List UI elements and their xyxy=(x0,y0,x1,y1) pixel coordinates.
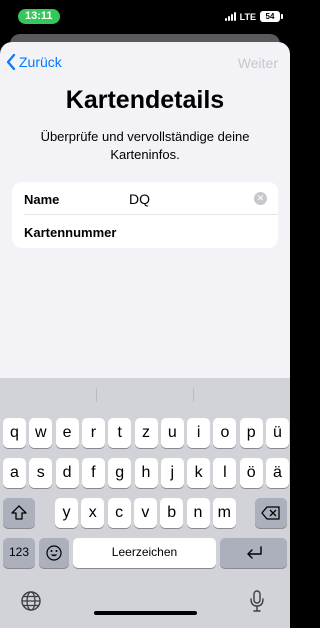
clear-text-icon[interactable]: ✕ xyxy=(254,192,267,205)
letter-key[interactable]: t xyxy=(108,418,132,448)
chevron-left-icon xyxy=(6,54,16,70)
emoji-key[interactable] xyxy=(39,538,69,568)
letter-key[interactable]: ü xyxy=(266,418,289,448)
back-button[interactable]: Zurück xyxy=(6,54,62,70)
home-indicator xyxy=(94,611,197,615)
emoji-icon xyxy=(46,545,62,561)
numbers-key[interactable]: 123 xyxy=(3,538,35,568)
delete-icon xyxy=(261,506,280,520)
letter-key[interactable]: a xyxy=(3,458,26,488)
letter-key[interactable]: b xyxy=(160,498,184,528)
letter-key[interactable]: p xyxy=(239,418,263,448)
mic-icon xyxy=(250,590,264,612)
status-icons: LTE 54 xyxy=(224,11,283,22)
status-bar: 13:11 LTE 54 xyxy=(0,0,290,34)
letter-key[interactable]: f xyxy=(81,458,105,488)
letter-key[interactable]: ö xyxy=(239,458,263,488)
letter-key[interactable]: v xyxy=(133,498,157,528)
card-form: Name DQ ✕ Kartennummer xyxy=(12,182,278,248)
letter-key[interactable]: c xyxy=(107,498,131,528)
letter-key[interactable]: l xyxy=(213,458,237,488)
letter-key[interactable]: o xyxy=(213,418,237,448)
letter-key[interactable]: w xyxy=(29,418,53,448)
globe-key[interactable] xyxy=(21,591,41,616)
return-icon xyxy=(246,546,262,559)
keyboard: qwertzuiopü asdfghjklöä yxcvbnm 123 Leer… xyxy=(0,378,290,628)
dictation-key[interactable] xyxy=(250,590,264,617)
letter-key[interactable]: i xyxy=(187,418,211,448)
letter-key[interactable]: s xyxy=(29,458,53,488)
letter-key[interactable]: u xyxy=(160,418,184,448)
name-field[interactable]: DQ xyxy=(129,191,150,207)
battery-icon: 54 xyxy=(260,11,283,22)
name-row[interactable]: Name DQ ✕ xyxy=(12,182,278,215)
letter-key[interactable]: y xyxy=(55,498,78,528)
page-subtitle: Überprüfe und vervollständige deine Kart… xyxy=(40,129,250,162)
network-label: LTE xyxy=(239,11,256,22)
letter-key[interactable]: n xyxy=(186,498,210,528)
letter-key[interactable]: g xyxy=(108,458,132,488)
back-label: Zurück xyxy=(19,54,62,70)
letter-key[interactable]: x xyxy=(81,498,105,528)
navigation-bar: Zurück Weiter xyxy=(0,42,290,84)
suggestion-divider xyxy=(193,388,194,402)
suggestion-divider xyxy=(96,388,97,402)
space-key[interactable]: Leerzeichen xyxy=(73,538,216,568)
card-number-row[interactable]: Kartennummer xyxy=(12,215,278,248)
shift-key[interactable] xyxy=(3,498,35,528)
letter-key[interactable]: k xyxy=(187,458,211,488)
signal-icon xyxy=(224,12,236,21)
page-title: Kartendetails xyxy=(65,86,225,114)
return-key[interactable] xyxy=(220,538,287,568)
letter-key[interactable]: r xyxy=(81,418,105,448)
card-details-sheet: Zurück Weiter Kartendetails Überprüfe un… xyxy=(0,42,290,628)
suggestion-bar xyxy=(0,378,290,410)
letter-key[interactable]: h xyxy=(134,458,158,488)
delete-key[interactable] xyxy=(255,498,287,528)
letter-key[interactable]: z xyxy=(134,418,158,448)
letter-key[interactable]: d xyxy=(55,458,79,488)
letter-key[interactable]: ä xyxy=(266,458,289,488)
next-button[interactable]: Weiter xyxy=(238,55,278,71)
battery-level: 54 xyxy=(265,12,275,21)
shift-icon xyxy=(11,505,27,520)
globe-icon xyxy=(21,591,41,611)
letter-key[interactable]: e xyxy=(55,418,79,448)
letter-key[interactable]: m xyxy=(212,498,236,528)
letter-key[interactable]: j xyxy=(160,458,184,488)
name-label: Name xyxy=(24,192,60,207)
letter-key[interactable]: q xyxy=(3,418,26,448)
card-number-label: Kartennummer xyxy=(24,225,117,240)
status-time: 13:11 xyxy=(18,9,60,24)
